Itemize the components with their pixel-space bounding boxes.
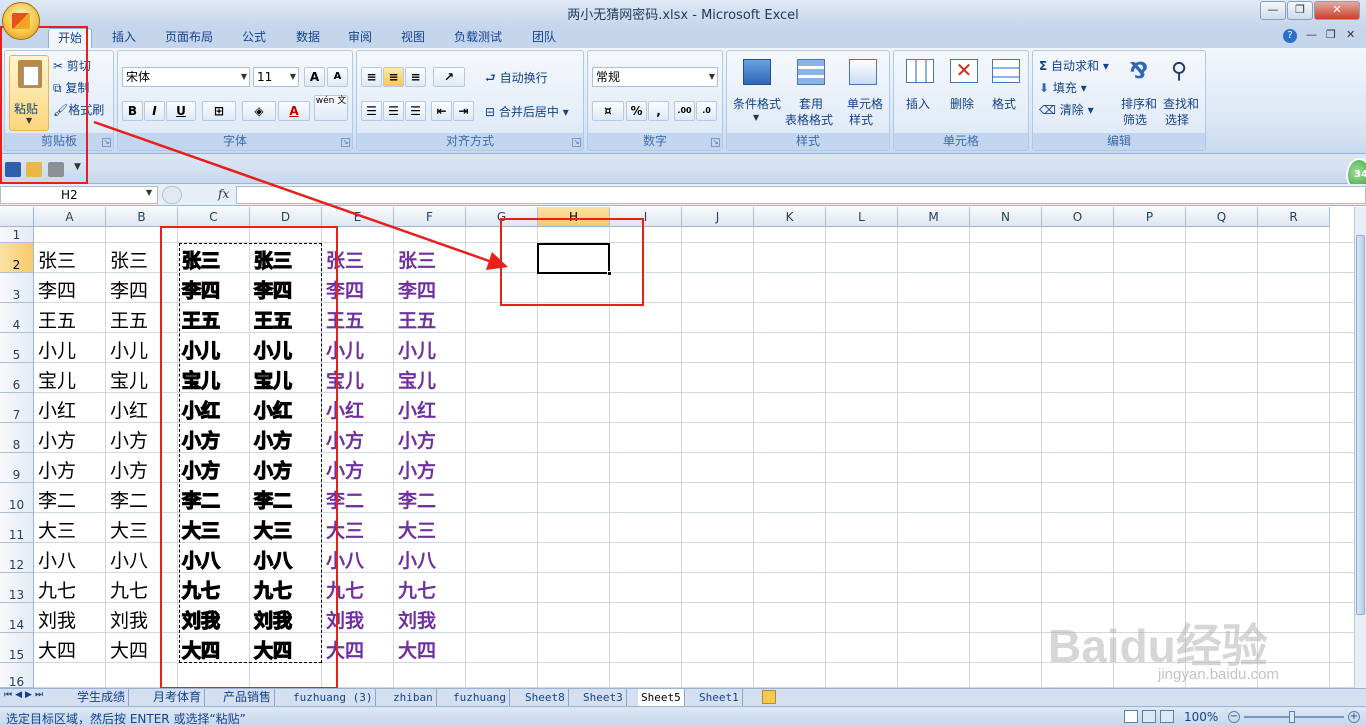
- status-message: 选定目标区域，然后按 ENTER 或选择“粘贴”: [6, 712, 246, 726]
- sheet-tab-sheet8[interactable]: Sheet8: [522, 689, 569, 706]
- zoom-out-icon[interactable]: −: [1228, 711, 1240, 723]
- sheet-tab-sheet1[interactable]: Sheet1: [696, 689, 743, 706]
- office-logo-icon: [12, 13, 30, 29]
- arrow-head-icon: [486, 252, 508, 270]
- sheet-tab-fuzhuang[interactable]: fuzhuang: [450, 689, 510, 706]
- sheet-tab-fuzhuang-3-[interactable]: fuzhuang (3): [290, 689, 377, 706]
- zoom-level[interactable]: 100%: [1184, 710, 1218, 724]
- sheet-tab--[interactable]: 产品销售: [220, 689, 276, 706]
- page-break-view-icon[interactable]: [1160, 710, 1174, 723]
- vertical-scroll-thumb[interactable]: [1356, 235, 1365, 615]
- page-layout-view-icon[interactable]: [1142, 710, 1156, 723]
- baidu-watermark-url: jingyan.baidu.com: [1158, 666, 1279, 683]
- sheet-tab-zhiban[interactable]: zhiban: [390, 689, 437, 706]
- sheet-tab--[interactable]: 学生成绩: [74, 689, 130, 706]
- sheet-nav-arrows-icon[interactable]: ⏮◀▶⏭: [4, 690, 46, 700]
- zoom-in-icon[interactable]: +: [1348, 711, 1360, 723]
- sheet-tab-bar: ⏮◀▶⏭ 学生成绩 月考体育 产品销售 fuzhuang (3) zhiban fuzhu…: [0, 688, 1366, 706]
- sheet-tab--[interactable]: 月考体育: [150, 689, 206, 706]
- arrow-line: [93, 120, 493, 264]
- vertical-scrollbar[interactable]: [1354, 207, 1366, 688]
- sheet-tab-sheet3[interactable]: Sheet3: [580, 689, 627, 706]
- normal-view-icon[interactable]: [1124, 710, 1138, 723]
- office-button[interactable]: [2, 2, 40, 40]
- sheet-tab-sheet5[interactable]: Sheet5: [638, 689, 685, 706]
- status-bar: 选定目标区域，然后按 ENTER 或选择“粘贴” 100% − +: [0, 706, 1366, 726]
- insert-sheet-icon[interactable]: [762, 690, 776, 704]
- zoom-slider-thumb[interactable]: [1289, 711, 1295, 723]
